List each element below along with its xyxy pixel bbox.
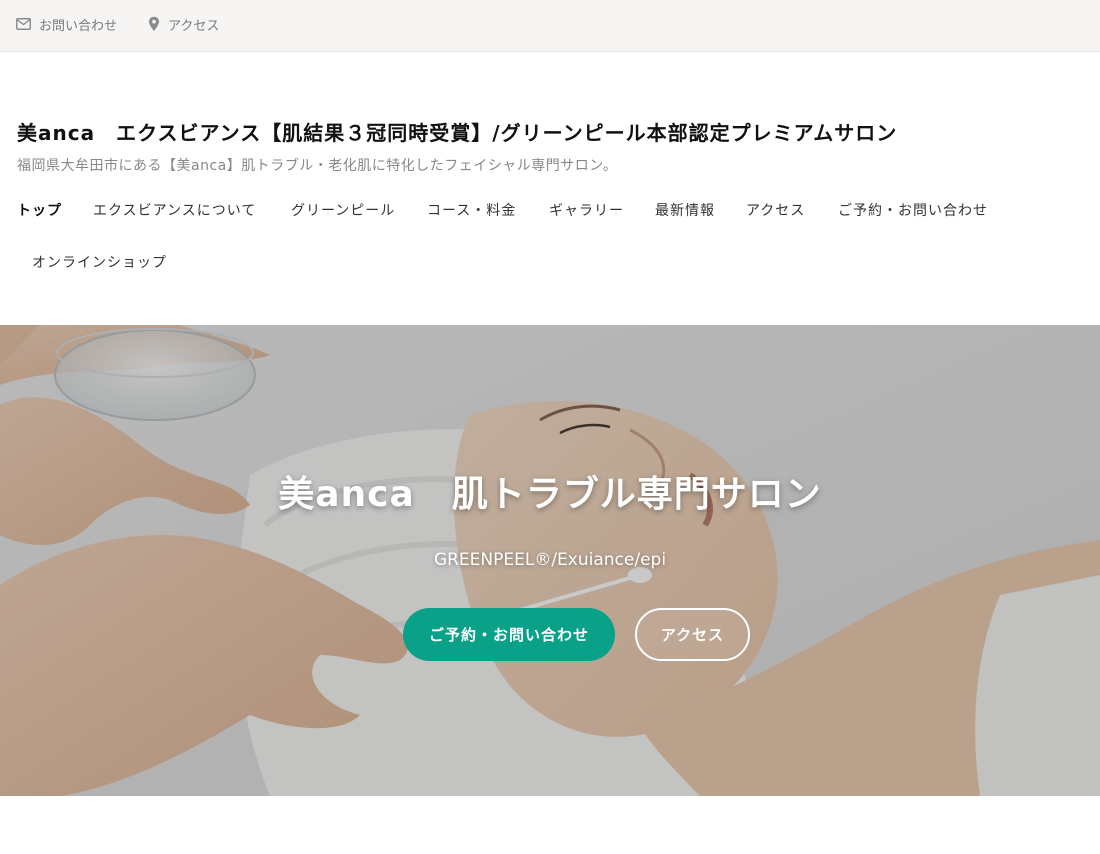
nav-item-news[interactable]: 最新情報 <box>655 201 715 221</box>
nav-item-greenpeel[interactable]: グリーンピール <box>291 201 395 221</box>
site-tagline: 福岡県大牟田市にある【美anca】肌トラブル・老化肌に特化したフェイシャル専門サ… <box>17 158 618 174</box>
topbar-contact-link[interactable]: お問い合わせ <box>16 14 117 34</box>
access-button[interactable]: アクセス <box>635 608 750 661</box>
nav-item-top[interactable]: トップ <box>17 201 62 221</box>
site-title[interactable]: 美anca エクスビアンス【肌結果３冠同時受賞】/グリーンピール本部認定プレミア… <box>17 117 897 146</box>
hero-title: 美anca 肌トラブル専門サロン <box>278 474 822 515</box>
nav-item-reservation[interactable]: ご予約・お問い合わせ <box>838 201 988 221</box>
reservation-button[interactable]: ご予約・お問い合わせ <box>403 608 615 661</box>
nav-item-exuiance[interactable]: エクスビアンスについて <box>93 201 256 221</box>
map-pin-icon <box>149 16 159 31</box>
topbar-contact-label: お問い合わせ <box>39 18 118 34</box>
nav-item-online-shop[interactable]: オンラインショップ <box>32 253 167 273</box>
top-utility-bar: お問い合わせ アクセス <box>0 0 1100 52</box>
hero-subtitle: GREENPEEL®/Exuiance/epi <box>433 550 667 570</box>
topbar-access-link[interactable]: アクセス <box>148 14 219 34</box>
nav-item-access[interactable]: アクセス <box>746 201 805 221</box>
mail-icon <box>16 18 31 30</box>
topbar-access-label: アクセス <box>168 18 220 34</box>
nav-item-course-price[interactable]: コース・料金 <box>427 201 516 221</box>
hero-section: 美anca 肌トラブル専門サロン GREENPEEL®/Exuiance/epi… <box>0 325 1100 796</box>
nav-item-gallery[interactable]: ギャラリー <box>549 201 624 221</box>
